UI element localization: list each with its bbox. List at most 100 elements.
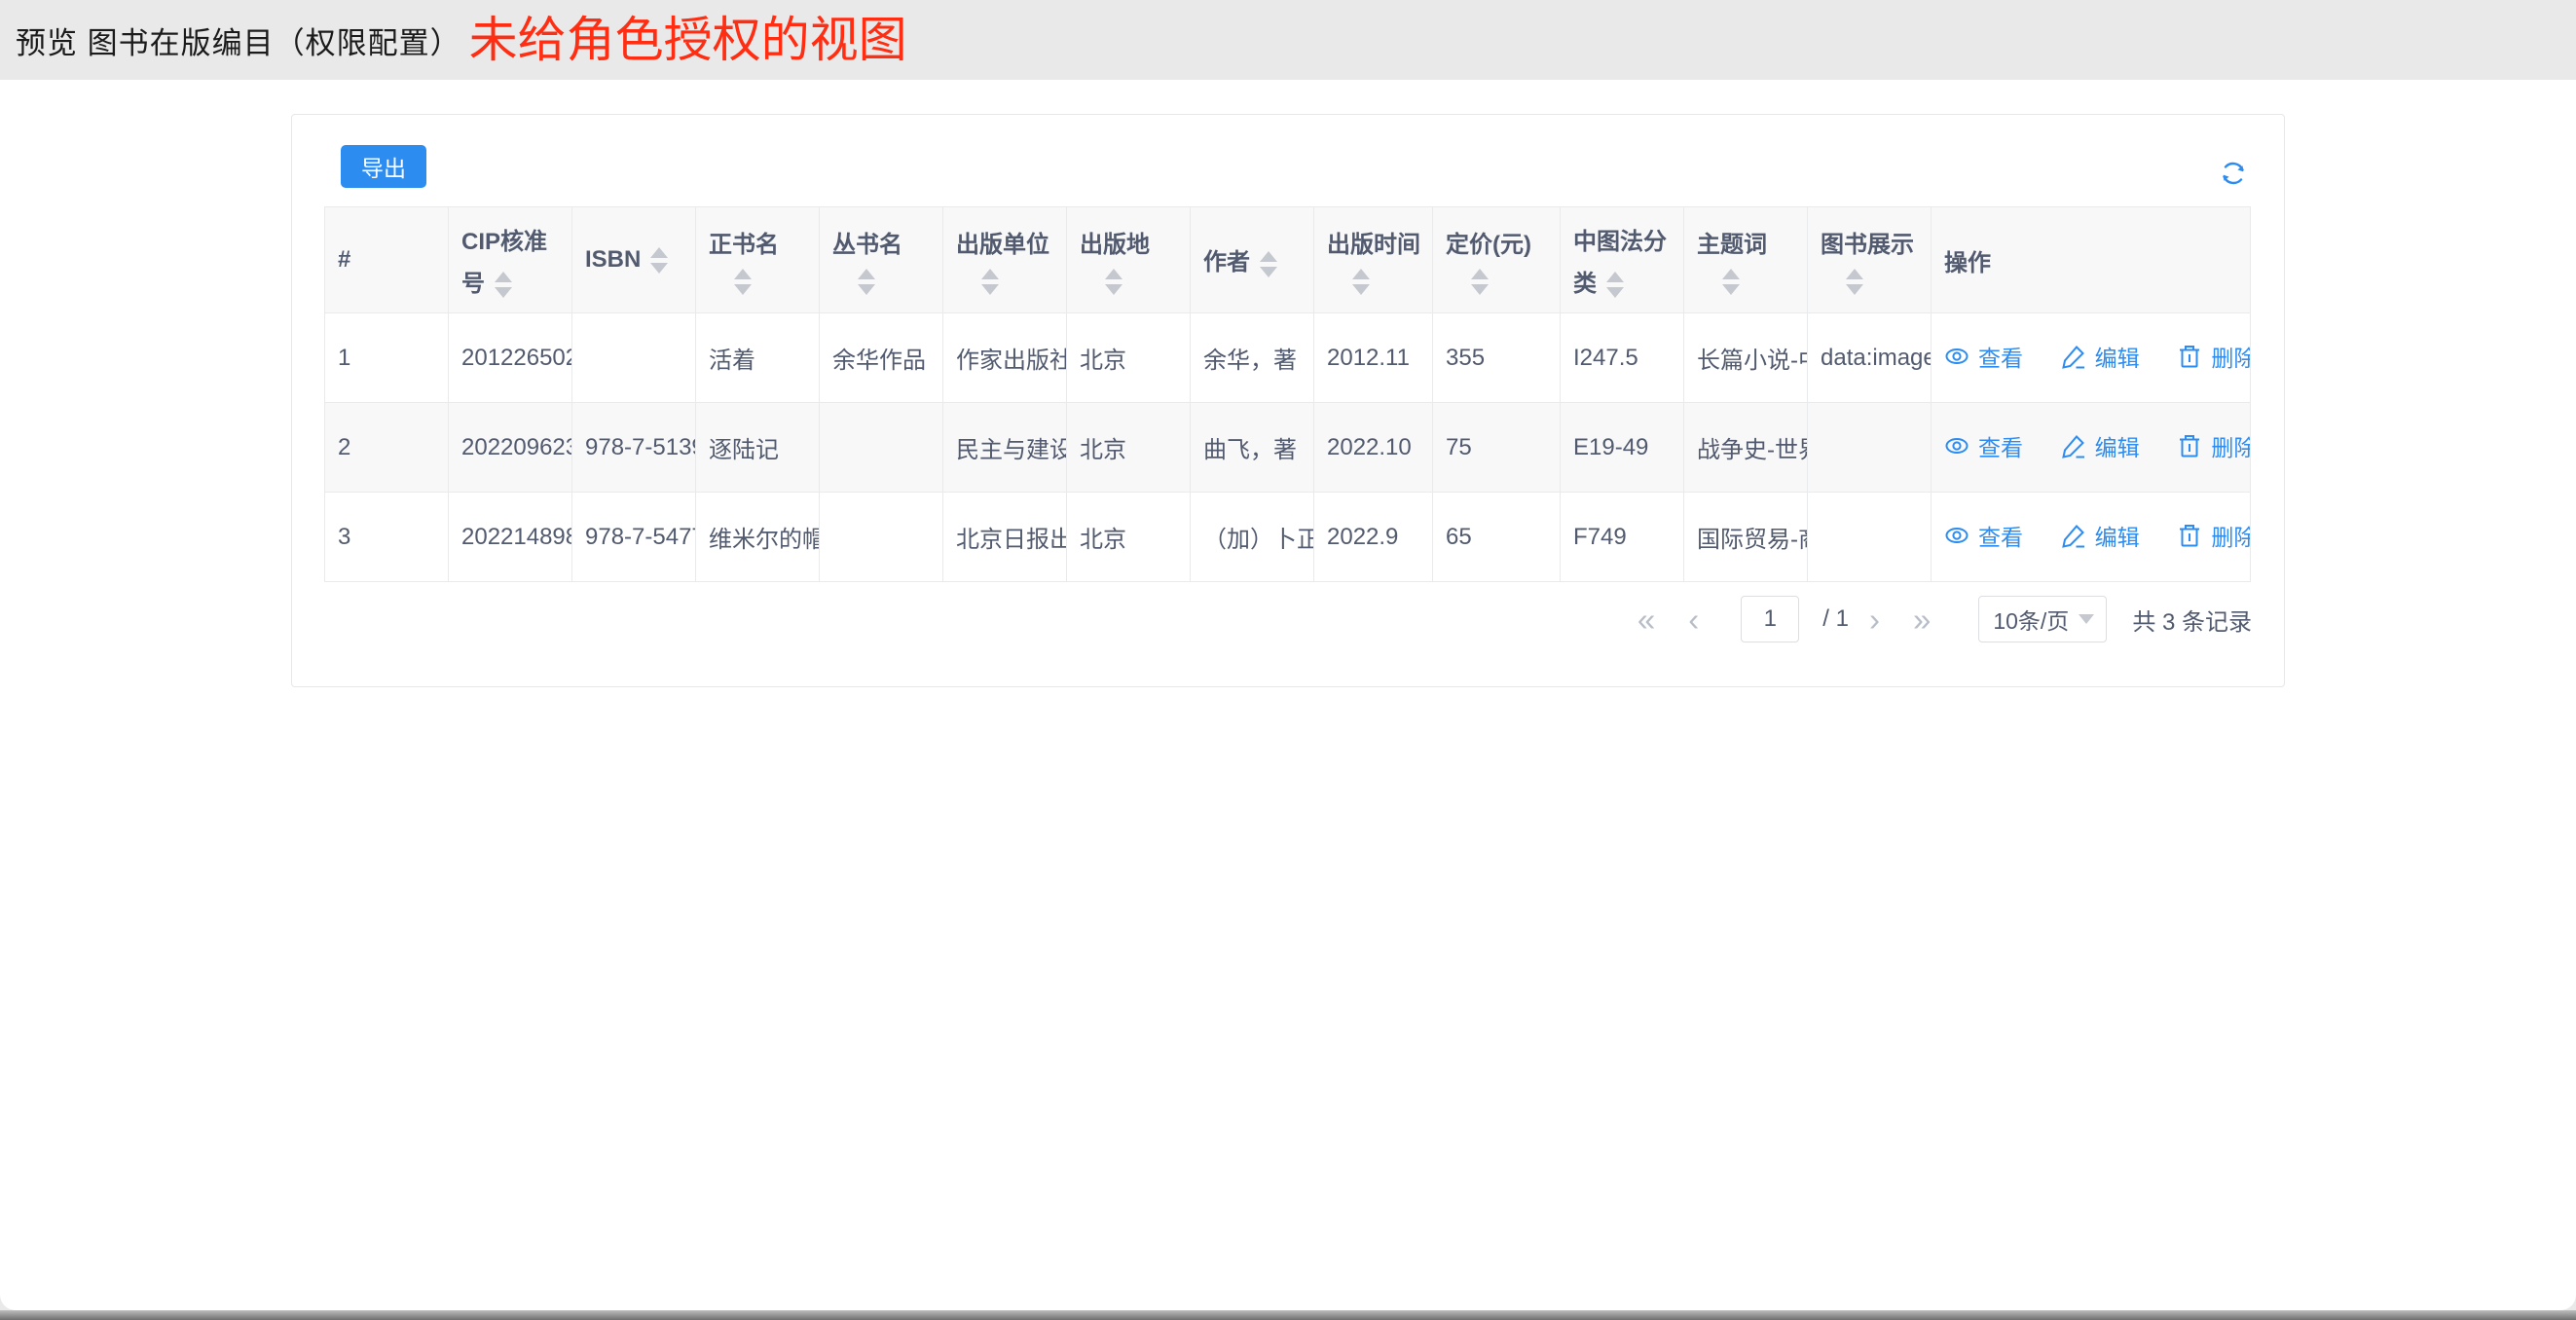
last-page-button[interactable]: » bbox=[1913, 604, 1931, 636]
books-table: # CIP核准 号 ISBN 正书名 丛书名 bbox=[324, 206, 2250, 582]
eye-icon bbox=[1944, 344, 1969, 369]
edit-link[interactable]: 编辑 bbox=[2061, 519, 2140, 552]
cell-author: 曲飞，著 bbox=[1191, 403, 1314, 493]
sort-caret-icon[interactable] bbox=[1722, 269, 1740, 295]
cell-author: （加）卜正 bbox=[1191, 493, 1314, 582]
cell-series bbox=[820, 493, 943, 582]
col-header-clc[interactable]: 中图法分 类 bbox=[1561, 207, 1684, 313]
total-records-label: 共 3 条记录 bbox=[2132, 603, 2252, 637]
export-button[interactable]: 导出 bbox=[341, 145, 426, 188]
view-link[interactable]: 查看 bbox=[1944, 519, 2023, 552]
table-header-row: # CIP核准 号 ISBN 正书名 丛书名 bbox=[325, 207, 2251, 313]
col-header-series[interactable]: 丛书名 bbox=[820, 207, 943, 313]
col-header-author[interactable]: 作者 bbox=[1191, 207, 1314, 313]
cell-index: 3 bbox=[325, 493, 449, 582]
delete-link[interactable]: 删除 bbox=[2177, 429, 2250, 462]
sort-caret-icon[interactable] bbox=[1105, 269, 1122, 295]
window-bottom-edge bbox=[0, 1310, 2576, 1320]
eye-icon bbox=[1944, 433, 1969, 458]
cell-price: 75 bbox=[1433, 403, 1561, 493]
cell-date: 2022.9 bbox=[1314, 493, 1433, 582]
trash-icon bbox=[2177, 344, 2202, 369]
page-number-input[interactable] bbox=[1741, 596, 1799, 642]
cell-publisher: 民主与建设 bbox=[943, 403, 1067, 493]
col-header-display[interactable]: 图书展示 bbox=[1808, 207, 1932, 313]
table-card: 导出 # CIP核准 号 ISBN bbox=[291, 114, 2285, 687]
cell-actions: 查看 编辑 删除 bbox=[1932, 493, 2251, 582]
delete-link[interactable]: 删除 bbox=[2177, 519, 2250, 552]
cell-title: 活着 bbox=[696, 313, 820, 403]
sort-caret-icon[interactable] bbox=[1606, 272, 1624, 298]
unauthorized-note: 未给角色授权的视图 bbox=[469, 16, 907, 64]
cell-publisher: 作家出版社 bbox=[943, 313, 1067, 403]
cell-clc: F749 bbox=[1561, 493, 1684, 582]
cell-cip: 201226502 bbox=[449, 313, 572, 403]
pencil-icon bbox=[2061, 344, 2086, 369]
cell-series: 余华作品 bbox=[820, 313, 943, 403]
col-header-cip[interactable]: CIP核准 号 bbox=[449, 207, 572, 313]
cell-price: 65 bbox=[1433, 493, 1561, 582]
table-row: 1 201226502 活着 余华作品 作家出版社 北京 余华，著 2012.1… bbox=[325, 313, 2251, 403]
view-link[interactable]: 查看 bbox=[1944, 340, 2023, 373]
col-header-date[interactable]: 出版时间 bbox=[1314, 207, 1433, 313]
page-size-select[interactable]: 10条/页 bbox=[1978, 596, 2107, 642]
sort-caret-icon[interactable] bbox=[650, 247, 668, 274]
cell-index: 2 bbox=[325, 403, 449, 493]
trash-icon bbox=[2177, 523, 2202, 548]
pencil-icon bbox=[2061, 433, 2086, 458]
edit-link[interactable]: 编辑 bbox=[2061, 429, 2140, 462]
cell-cip: 202209623 bbox=[449, 403, 572, 493]
cell-actions: 查看 编辑 删除 bbox=[1932, 403, 2251, 493]
col-header-publisher[interactable]: 出版单位 bbox=[943, 207, 1067, 313]
cell-author: 余华，著 bbox=[1191, 313, 1314, 403]
sort-caret-icon[interactable] bbox=[1471, 269, 1489, 295]
cell-display: data:image bbox=[1808, 313, 1932, 403]
col-header-index: # bbox=[325, 207, 449, 313]
refresh-icon[interactable] bbox=[2218, 158, 2249, 189]
view-link[interactable]: 查看 bbox=[1944, 429, 2023, 462]
page-title: 预览 图书在版编目（权限配置） bbox=[16, 18, 461, 62]
first-page-button[interactable]: « bbox=[1638, 604, 1655, 636]
col-header-isbn[interactable]: ISBN bbox=[572, 207, 696, 313]
cell-clc: I247.5 bbox=[1561, 313, 1684, 403]
delete-link[interactable]: 删除 bbox=[2177, 340, 2250, 373]
prev-page-button[interactable]: ‹ bbox=[1688, 604, 1699, 636]
cell-place: 北京 bbox=[1067, 403, 1191, 493]
dropdown-caret-icon bbox=[2079, 614, 2094, 624]
sort-caret-icon[interactable] bbox=[981, 269, 999, 295]
col-header-place[interactable]: 出版地 bbox=[1067, 207, 1191, 313]
cell-subject: 战争史-世界 bbox=[1684, 403, 1808, 493]
sort-caret-icon[interactable] bbox=[1846, 269, 1863, 295]
cell-publisher: 北京日报出 bbox=[943, 493, 1067, 582]
table-row: 2 202209623 978-7-5139 逐陆记 民主与建设 北京 曲飞，著… bbox=[325, 403, 2251, 493]
sort-caret-icon[interactable] bbox=[858, 269, 875, 295]
cell-subject: 长篇小说-中 bbox=[1684, 313, 1808, 403]
cell-date: 2012.11 bbox=[1314, 313, 1433, 403]
pagination: « ‹ / 1 › » 10条/页 共 3 条记录 bbox=[1621, 594, 2252, 644]
next-page-button[interactable]: › bbox=[1869, 604, 1880, 636]
col-header-subject[interactable]: 主题词 bbox=[1684, 207, 1808, 313]
page-header: 预览 图书在版编目（权限配置） 未给角色授权的视图 bbox=[0, 0, 2576, 80]
cell-title: 逐陆记 bbox=[696, 403, 820, 493]
cell-date: 2022.10 bbox=[1314, 403, 1433, 493]
pencil-icon bbox=[2061, 523, 2086, 548]
cell-subject: 国际贸易-商 bbox=[1684, 493, 1808, 582]
sort-caret-icon[interactable] bbox=[734, 269, 752, 295]
col-header-actions: 操作 bbox=[1932, 207, 2251, 313]
edit-link[interactable]: 编辑 bbox=[2061, 340, 2140, 373]
col-header-title[interactable]: 正书名 bbox=[696, 207, 820, 313]
col-header-price[interactable]: 定价(元) bbox=[1433, 207, 1561, 313]
page-size-label: 10条/页 bbox=[1993, 603, 2069, 636]
cell-price: 355 bbox=[1433, 313, 1561, 403]
sort-caret-icon[interactable] bbox=[1260, 251, 1277, 277]
cell-cip: 202214898 bbox=[449, 493, 572, 582]
cell-place: 北京 bbox=[1067, 313, 1191, 403]
total-pages-label: / 1 bbox=[1822, 605, 1849, 633]
cell-isbn: 978-7-5477 bbox=[572, 493, 696, 582]
cell-actions: 查看 编辑 删除 bbox=[1932, 313, 2251, 403]
sort-caret-icon[interactable] bbox=[495, 272, 512, 298]
cell-place: 北京 bbox=[1067, 493, 1191, 582]
sort-caret-icon[interactable] bbox=[1352, 269, 1370, 295]
cell-title: 维米尔的帽 bbox=[696, 493, 820, 582]
cell-series bbox=[820, 403, 943, 493]
